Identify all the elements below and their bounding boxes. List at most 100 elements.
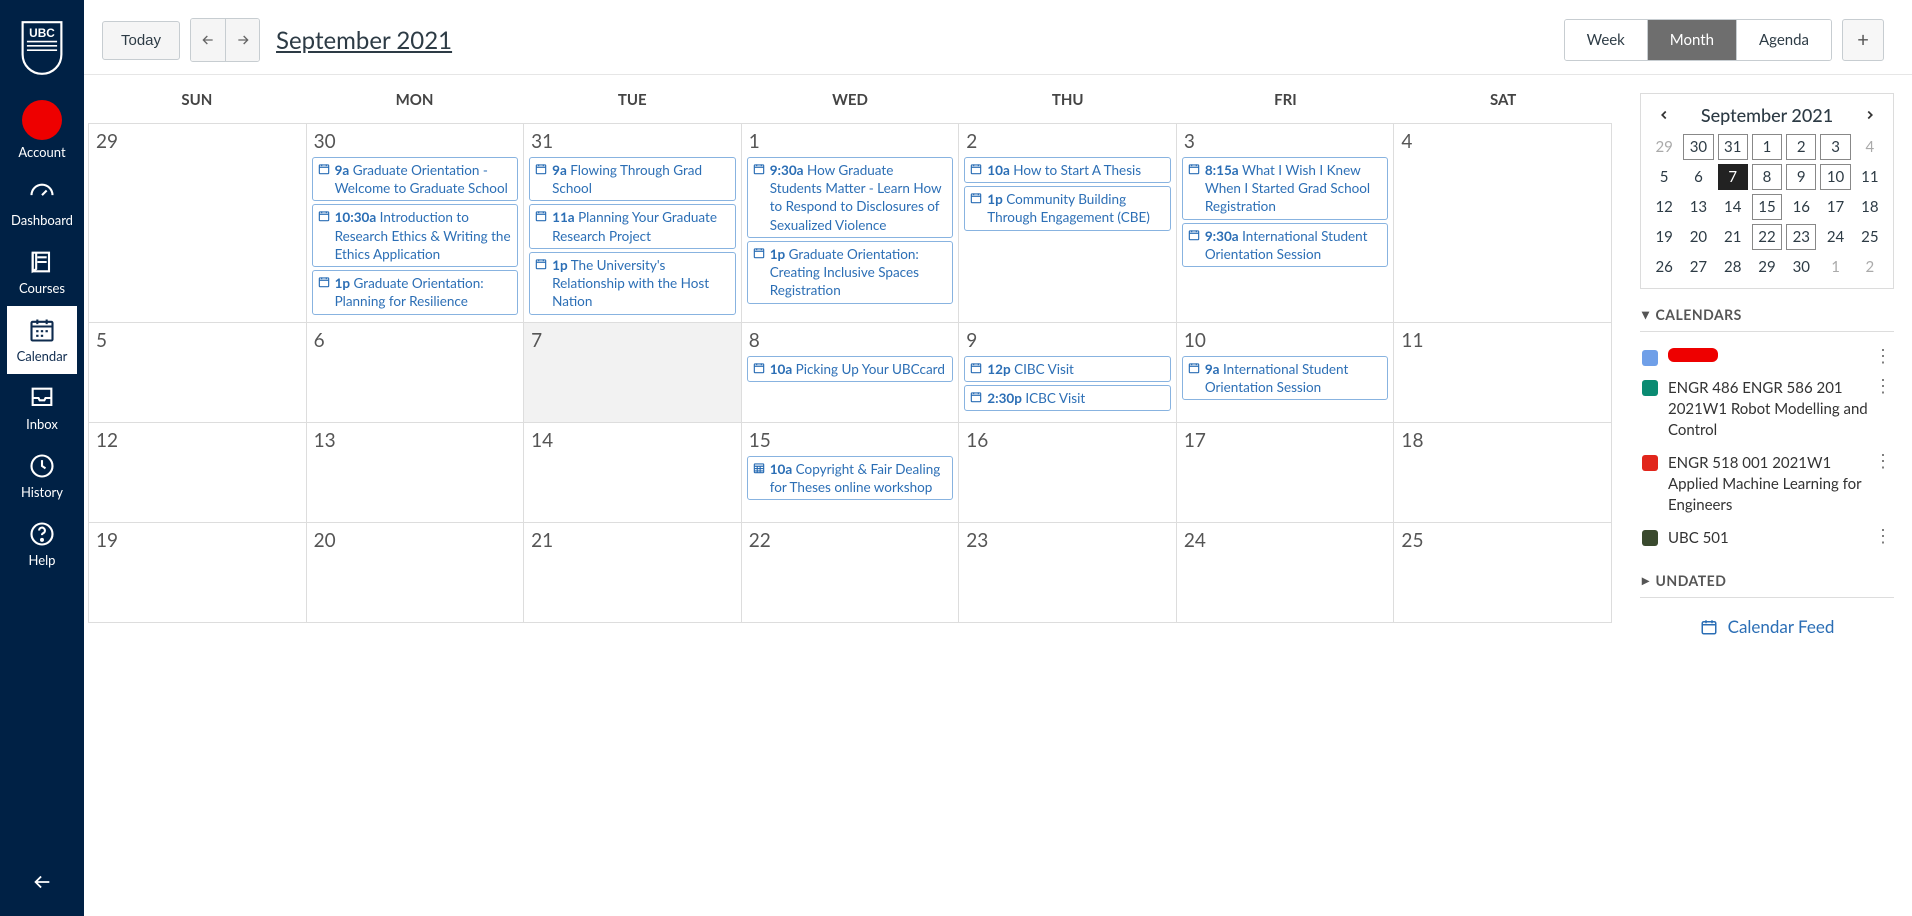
mini-day[interactable]: 1 [1752, 134, 1782, 160]
calendar-event[interactable]: 10a How to Start A Thesis [964, 157, 1171, 183]
nav-calendar[interactable]: Calendar [7, 306, 77, 374]
day-cell[interactable]: 24 [1177, 523, 1395, 623]
prev-period-button[interactable] [191, 19, 225, 61]
mini-day[interactable]: 27 [1683, 254, 1713, 280]
calendar-event[interactable]: 1p Graduate Orientation: Creating Inclus… [747, 241, 954, 304]
calendar-item[interactable]: ⋮ [1640, 342, 1894, 372]
day-cell[interactable]: 12 [89, 423, 307, 523]
nav-history[interactable]: History [7, 442, 77, 510]
mini-day[interactable]: 28 [1718, 254, 1748, 280]
mini-day[interactable]: 30 [1786, 254, 1816, 280]
calendar-event[interactable]: 8:15a What I Wish I Knew When I Started … [1182, 157, 1389, 220]
day-cell[interactable]: 17 [1177, 423, 1395, 523]
calendar-event[interactable]: 9a Graduate Orientation - Welcome to Gra… [312, 157, 519, 201]
mini-day[interactable]: 29 [1752, 254, 1782, 280]
mini-day[interactable]: 8 [1752, 164, 1782, 190]
calendar-options-button[interactable]: ⋮ [1874, 451, 1892, 469]
mini-day[interactable]: 1 [1820, 254, 1850, 280]
calendar-event[interactable]: 11a Planning Your Graduate Research Proj… [529, 204, 736, 248]
day-cell[interactable]: 38:15a What I Wish I Knew When I Started… [1177, 124, 1395, 323]
mini-day[interactable]: 14 [1718, 194, 1748, 220]
ubc-logo[interactable]: UBC [17, 16, 67, 80]
calendar-event[interactable]: 10a Copyright & Fair Dealing for Theses … [747, 456, 954, 500]
day-cell[interactable]: 5 [89, 323, 307, 423]
mini-day[interactable]: 31 [1718, 134, 1748, 160]
calendar-event[interactable]: 1p Community Building Through Engagement… [964, 186, 1171, 230]
calendar-options-button[interactable]: ⋮ [1874, 526, 1892, 544]
mini-day[interactable]: 30 [1683, 134, 1713, 160]
calendar-item[interactable]: ENGR 486 ENGR 586 201 2021W1 Robot Model… [1640, 372, 1894, 447]
calendar-event[interactable]: 2:30p ICBC Visit [964, 385, 1171, 411]
mini-day[interactable]: 4 [1855, 134, 1885, 160]
calendar-event[interactable]: 10a Picking Up Your UBCcard [747, 356, 954, 382]
day-cell[interactable]: 21 [524, 523, 742, 623]
current-period-title[interactable]: September 2021 [276, 26, 452, 55]
calendar-event[interactable]: 9a Flowing Through Grad School [529, 157, 736, 201]
day-cell[interactable]: 25 [1394, 523, 1612, 623]
day-cell[interactable]: 14 [524, 423, 742, 523]
day-cell[interactable]: 11 [1394, 323, 1612, 423]
mini-day[interactable]: 17 [1820, 194, 1850, 220]
mini-day[interactable]: 25 [1855, 224, 1885, 250]
day-cell[interactable]: 109a International Student Orientation S… [1177, 323, 1395, 423]
add-event-button[interactable]: + [1842, 19, 1884, 61]
calendars-section-toggle[interactable]: ▾ CALENDARS [1640, 289, 1894, 332]
day-cell[interactable]: 912p CIBC Visit2:30p ICBC Visit [959, 323, 1177, 423]
mini-day[interactable]: 22 [1752, 224, 1782, 250]
calendar-event[interactable]: 1p Graduate Orientation: Planning for Re… [312, 270, 519, 314]
nav-dashboard[interactable]: Dashboard [7, 170, 77, 238]
calendar-event[interactable]: 1p The University's Relationship with th… [529, 252, 736, 315]
mini-day[interactable]: 13 [1683, 194, 1713, 220]
mini-day[interactable]: 16 [1786, 194, 1816, 220]
mini-next-month[interactable] [1859, 104, 1881, 126]
nav-inbox[interactable]: Inbox [7, 374, 77, 442]
day-cell[interactable]: 20 [307, 523, 525, 623]
mini-day[interactable]: 11 [1855, 164, 1885, 190]
today-button[interactable]: Today [102, 21, 180, 60]
calendar-item[interactable]: UBC 501⋮ [1640, 522, 1894, 555]
mini-day[interactable]: 21 [1718, 224, 1748, 250]
day-cell[interactable]: 22 [742, 523, 960, 623]
mini-day[interactable]: 19 [1649, 224, 1679, 250]
undated-section-toggle[interactable]: ▸ UNDATED [1640, 555, 1894, 598]
next-period-button[interactable] [225, 19, 259, 61]
nav-help[interactable]: Help [7, 510, 77, 578]
day-cell[interactable]: 18 [1394, 423, 1612, 523]
mini-day[interactable]: 10 [1820, 164, 1850, 190]
mini-day[interactable]: 29 [1649, 134, 1679, 160]
calendar-event[interactable]: 10:30a Introduction to Research Ethics &… [312, 204, 519, 267]
day-cell[interactable]: 19 [89, 523, 307, 623]
mini-day[interactable]: 24 [1820, 224, 1850, 250]
mini-day[interactable]: 5 [1649, 164, 1679, 190]
mini-day[interactable]: 23 [1786, 224, 1816, 250]
day-cell[interactable]: 309a Graduate Orientation - Welcome to G… [307, 124, 525, 323]
calendar-event[interactable]: 9:30a How Graduate Students Matter - Lea… [747, 157, 954, 238]
mini-day[interactable]: 20 [1683, 224, 1713, 250]
mini-day[interactable]: 2 [1786, 134, 1816, 160]
mini-day[interactable]: 9 [1786, 164, 1816, 190]
nav-courses[interactable]: Courses [7, 238, 77, 306]
mini-day[interactable]: 18 [1855, 194, 1885, 220]
mini-day[interactable]: 26 [1649, 254, 1679, 280]
mini-day[interactable]: 7 [1718, 164, 1748, 190]
view-agenda[interactable]: Agenda [1736, 20, 1831, 60]
calendar-event[interactable]: 12p CIBC Visit [964, 356, 1171, 382]
day-cell[interactable]: 210a How to Start A Thesis1p Community B… [959, 124, 1177, 323]
view-week[interactable]: Week [1565, 20, 1647, 60]
day-cell[interactable]: 4 [1394, 124, 1612, 323]
mini-prev-month[interactable] [1653, 104, 1675, 126]
calendar-event[interactable]: 9:30a International Student Orientation … [1182, 223, 1389, 267]
day-cell[interactable]: 23 [959, 523, 1177, 623]
day-cell[interactable]: 16 [959, 423, 1177, 523]
day-cell[interactable]: 13 [307, 423, 525, 523]
calendar-options-button[interactable]: ⋮ [1874, 376, 1892, 394]
mini-day[interactable]: 15 [1752, 194, 1782, 220]
day-cell[interactable]: 29 [89, 124, 307, 323]
calendar-event[interactable]: 9a International Student Orientation Ses… [1182, 356, 1389, 400]
mini-day[interactable]: 12 [1649, 194, 1679, 220]
view-month[interactable]: Month [1647, 20, 1736, 60]
collapse-nav-button[interactable] [0, 857, 84, 916]
day-cell[interactable]: 1510a Copyright & Fair Dealing for These… [742, 423, 960, 523]
nav-account[interactable]: Account [7, 90, 77, 170]
calendar-item[interactable]: ENGR 518 001 2021W1 Applied Machine Lear… [1640, 447, 1894, 522]
